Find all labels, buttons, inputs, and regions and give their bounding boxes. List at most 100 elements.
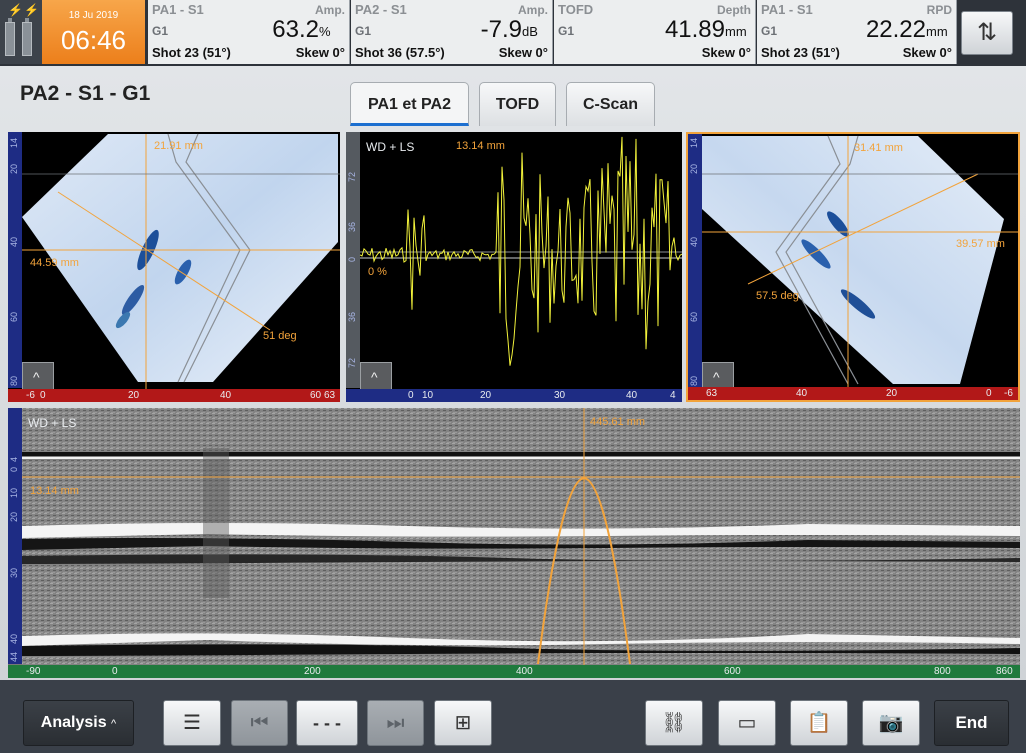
readout-shot: Shot 23 (51°): [152, 45, 231, 60]
readout-value: 22.22: [865, 16, 926, 43]
sscan-right-pane[interactable]: 14 20 40 60 80 31.41 mm 39.57 mm 57.5 de…: [686, 132, 1020, 402]
readout-skew: Skew 0°: [295, 45, 345, 60]
end-button[interactable]: End: [934, 700, 1009, 746]
layout-icon: ▭: [737, 712, 757, 734]
camera-icon: 📷: [878, 712, 904, 734]
unlink-icon: ⛓: [661, 712, 687, 734]
cursor-index-label: 39.57 mm: [956, 238, 1005, 250]
ruler-tick: 0: [40, 390, 46, 401]
time-label: 06:46: [60, 25, 127, 55]
cursor-depth-label: 31.41 mm: [854, 142, 903, 154]
tab-cscan[interactable]: C-Scan: [566, 82, 655, 126]
readout-pa1-rpd[interactable]: PA1 - S1 RPD G1 22.22 mm Shot 23 (51°) S…: [757, 0, 957, 64]
ruler-tick: 10: [422, 390, 434, 401]
readout-pa2-amp[interactable]: PA2 - S1 Amp. G1 -7.9 dB Shot 36 (57.5°)…: [351, 0, 553, 64]
readout-label: PA1 - S1: [761, 2, 813, 17]
chevron-up-icon: ^: [111, 718, 117, 730]
swap-readouts-button[interactable]: ⇅: [961, 11, 1013, 55]
ruler-tick: 0: [112, 666, 118, 677]
skip-previous-icon: ⏮: [250, 712, 269, 734]
battery-icon: [22, 18, 32, 56]
readout-group: G1: [558, 24, 575, 38]
charging-icon: ⚡: [24, 3, 39, 17]
ruler-tick: -90: [26, 666, 41, 677]
ruler-tick: 200: [304, 666, 321, 677]
battery-icon: [5, 18, 15, 56]
readout-pa1-amp[interactable]: PA1 - S1 Amp. G1 63.2 % Shot 23 (51°) Sk…: [148, 0, 350, 64]
readout-unit: dB: [522, 24, 538, 39]
ruler-tick: 800: [934, 666, 951, 677]
ascan-pane[interactable]: 72 36 0 36 72 WD + LS 13.14 mm 0 % 0 10 …: [346, 132, 682, 402]
ruler-tick: 0: [9, 466, 19, 472]
ruler-tick: 44: [9, 651, 19, 662]
add-indication-button[interactable]: ⊞: [434, 700, 492, 746]
readout-unit: mm: [725, 24, 747, 39]
bottom-toolbar: Analysis ^ ☰ ⏮ - - - ⏭ ⊞ ⛓ ▭ 📋 📷 End: [0, 680, 1026, 753]
ruler-tick: 0: [408, 390, 414, 401]
charging-icon: ⚡: [8, 3, 23, 17]
bscan-pane[interactable]: 4 0 10 20 30 40 44 WD + LS 445.61 mm 13.…: [8, 408, 1020, 678]
layout-button[interactable]: ▭: [718, 700, 776, 746]
readout-shot: Shot 36 (57.5°): [355, 45, 445, 60]
readout-kind: Amp.: [315, 3, 345, 17]
gate-level-label: 0 %: [368, 266, 387, 278]
cursor-depth-label: 13.14 mm: [456, 140, 505, 152]
depth-ruler: 4 0 10 20 30 40 44: [8, 408, 22, 664]
ruler-tick: 20: [128, 390, 140, 401]
expand-icon[interactable]: [22, 362, 54, 392]
ruler-tick: -6: [1004, 388, 1013, 399]
cursor-index-label: 445.61 mm: [590, 416, 646, 428]
index-ruler: -6 0 20 40 60 63: [8, 389, 340, 402]
ruler-tick: 20: [480, 390, 492, 401]
readout-label: TOFD: [558, 2, 594, 17]
ruler-tick: 600: [724, 666, 741, 677]
indication-counter[interactable]: - - -: [296, 700, 358, 746]
ruler-tick: 4: [670, 390, 676, 401]
ruler-tick: 4: [9, 456, 19, 462]
ruler-tick: 860: [996, 666, 1013, 677]
readout-value: 41.89: [664, 16, 725, 43]
swap-vertical-icon: ⇅: [976, 19, 998, 46]
expand-icon[interactable]: [360, 362, 392, 392]
cursor-depth-label: 21.91 mm: [154, 140, 203, 152]
readout-skew: Skew 0°: [902, 45, 952, 60]
clipboard-button[interactable]: 📋: [790, 700, 848, 746]
main-view: PA2 - S1 - G1 PA1 et PA2 TOFD C-Scan 14 …: [0, 66, 1026, 680]
page-title: PA2 - S1 - G1: [20, 82, 151, 105]
bscan-image: [22, 408, 1020, 665]
cursor-index-label: 44.59 mm: [30, 257, 79, 269]
readout-value: 63.2: [272, 16, 319, 43]
readout-value: -7.9: [480, 16, 522, 43]
tab-pa1-pa2[interactable]: PA1 et PA2: [350, 82, 469, 126]
screenshot-button[interactable]: 📷: [862, 700, 920, 746]
ruler-tick: 40: [626, 390, 638, 401]
report-button[interactable]: ☰: [163, 700, 221, 746]
previous-indication-button[interactable]: ⏮: [231, 700, 288, 746]
readout-tofd-depth[interactable]: TOFD Depth G1 41.89 mm Skew 0°: [554, 0, 756, 64]
link-cursors-button[interactable]: ⛓: [645, 700, 703, 746]
sscan-left-pane[interactable]: 14 20 40 60 80 21.91 mm 44.59 mm 51 deg …: [8, 132, 340, 402]
date-label: 18 Ju 2019: [68, 10, 119, 21]
readout-skew: Skew 0°: [498, 45, 548, 60]
tab-tofd[interactable]: TOFD: [479, 82, 556, 126]
time-ruler: 0 10 20 30 40 4: [346, 389, 682, 402]
ruler-tick: 40: [9, 633, 19, 644]
analysis-menu-button[interactable]: Analysis ^: [23, 700, 134, 746]
ascan-mode-label: WD + LS: [366, 140, 415, 154]
ruler-tick: 30: [554, 390, 566, 401]
cursor-depth-label: 13.14 mm: [30, 485, 79, 497]
ruler-tick: 0: [986, 388, 992, 399]
readout-kind: RPD: [926, 3, 952, 17]
ruler-tick: 10: [9, 487, 19, 498]
end-label: End: [955, 713, 988, 732]
readout-kind: Amp.: [518, 3, 548, 17]
readout-label: PA2 - S1: [355, 2, 407, 17]
readout-group: G1: [761, 24, 778, 38]
scan-ruler: -90 0 200 400 600 800 860: [8, 665, 1020, 678]
ruler-tick: 63: [706, 388, 718, 399]
ascan-waveform: [359, 136, 682, 366]
readout-unit: mm: [926, 24, 948, 39]
ruler-tick: 30: [9, 567, 19, 578]
beam-angle-label: 51 deg: [263, 330, 297, 342]
next-indication-button[interactable]: ⏭: [367, 700, 424, 746]
